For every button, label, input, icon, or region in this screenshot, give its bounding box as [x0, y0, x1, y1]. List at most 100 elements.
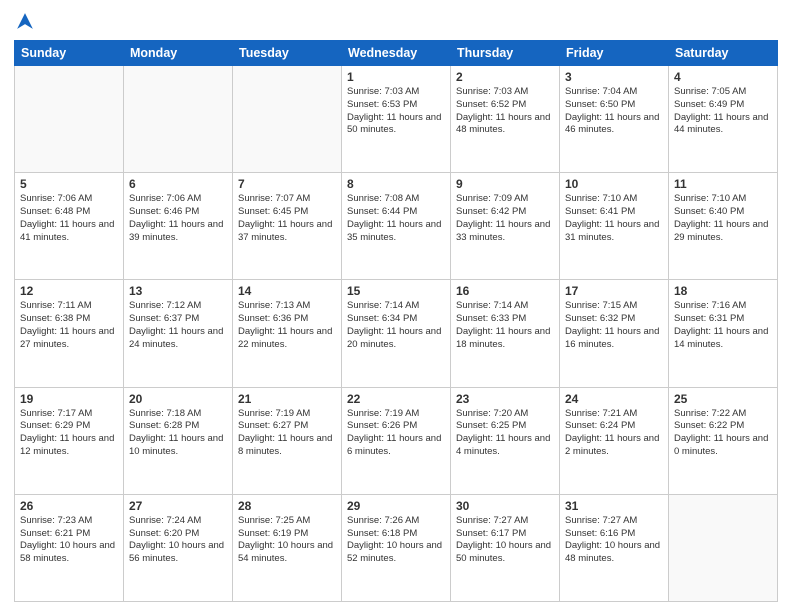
- day-number: 27: [129, 499, 227, 513]
- weekday-header-tuesday: Tuesday: [233, 41, 342, 66]
- day-info: Sunrise: 7:03 AMSunset: 6:52 PMDaylight:…: [456, 86, 554, 137]
- weekday-header-monday: Monday: [124, 41, 233, 66]
- day-info: Sunrise: 7:26 AMSunset: 6:18 PMDaylight:…: [347, 515, 445, 566]
- day-number: 13: [129, 284, 227, 298]
- day-info: Sunrise: 7:03 AMSunset: 6:53 PMDaylight:…: [347, 86, 445, 137]
- day-info: Sunrise: 7:06 AMSunset: 6:46 PMDaylight:…: [129, 193, 227, 244]
- calendar-cell: 23 Sunrise: 7:20 AMSunset: 6:25 PMDayligh…: [451, 387, 560, 494]
- weekday-header-friday: Friday: [560, 41, 669, 66]
- calendar-cell: 26 Sunrise: 7:23 AMSunset: 6:21 PMDayligh…: [15, 494, 124, 601]
- calendar-cell: 29 Sunrise: 7:26 AMSunset: 6:18 PMDayligh…: [342, 494, 451, 601]
- day-info: Sunrise: 7:17 AMSunset: 6:29 PMDaylight:…: [20, 408, 118, 459]
- calendar-cell: 5 Sunrise: 7:06 AMSunset: 6:48 PMDaylight…: [15, 173, 124, 280]
- day-info: Sunrise: 7:12 AMSunset: 6:37 PMDaylight:…: [129, 300, 227, 351]
- calendar-cell: 4Sunrise: 7:05 AMSunset: 6:49 PMDaylight…: [669, 66, 778, 173]
- calendar-cell: 15 Sunrise: 7:14 AMSunset: 6:34 PMDayligh…: [342, 280, 451, 387]
- calendar-cell: 14 Sunrise: 7:13 AMSunset: 6:36 PMDayligh…: [233, 280, 342, 387]
- day-number: 18: [674, 284, 772, 298]
- calendar-cell: 1 Sunrise: 7:03 AMSunset: 6:53 PMDaylight…: [342, 66, 451, 173]
- day-number: 21: [238, 392, 336, 406]
- calendar-week-1: 1 Sunrise: 7:03 AMSunset: 6:53 PMDaylight…: [15, 66, 778, 173]
- calendar-week-4: 19 Sunrise: 7:17 AMSunset: 6:29 PMDayligh…: [15, 387, 778, 494]
- weekday-header-sunday: Sunday: [15, 41, 124, 66]
- day-number: 26: [20, 499, 118, 513]
- day-info: Sunrise: 7:20 AMSunset: 6:25 PMDaylight:…: [456, 408, 554, 459]
- calendar-week-2: 5 Sunrise: 7:06 AMSunset: 6:48 PMDaylight…: [15, 173, 778, 280]
- day-info: Sunrise: 7:19 AMSunset: 6:26 PMDaylight:…: [347, 408, 445, 459]
- day-info: Sunrise: 7:27 AMSunset: 6:17 PMDaylight:…: [456, 515, 554, 566]
- day-info: Sunrise: 7:21 AMSunset: 6:24 PMDaylight:…: [565, 408, 663, 459]
- day-number: 10: [565, 177, 663, 191]
- day-info: Sunrise: 7:10 AMSunset: 6:40 PMDaylight:…: [674, 193, 772, 244]
- day-number: 8: [347, 177, 445, 191]
- day-number: 19: [20, 392, 118, 406]
- day-info: Sunrise: 7:14 AMSunset: 6:33 PMDaylight:…: [456, 300, 554, 351]
- page: SundayMondayTuesdayWednesdayThursdayFrid…: [0, 0, 792, 612]
- day-info: Sunrise: 7:13 AMSunset: 6:36 PMDaylight:…: [238, 300, 336, 351]
- weekday-header-saturday: Saturday: [669, 41, 778, 66]
- calendar-cell: 7Sunrise: 7:07 AMSunset: 6:45 PMDaylight…: [233, 173, 342, 280]
- day-number: 20: [129, 392, 227, 406]
- calendar-cell: 19 Sunrise: 7:17 AMSunset: 6:29 PMDayligh…: [15, 387, 124, 494]
- day-info: Sunrise: 7:22 AMSunset: 6:22 PMDaylight:…: [674, 408, 772, 459]
- calendar-week-3: 12Sunrise: 7:11 AMSunset: 6:38 PMDayligh…: [15, 280, 778, 387]
- header: [14, 10, 778, 32]
- calendar-cell: 24 Sunrise: 7:21 AMSunset: 6:24 PMDayligh…: [560, 387, 669, 494]
- day-number: 12: [20, 284, 118, 298]
- calendar-cell: [669, 494, 778, 601]
- day-number: 24: [565, 392, 663, 406]
- day-info: Sunrise: 7:19 AMSunset: 6:27 PMDaylight:…: [238, 408, 336, 459]
- calendar-cell: 13 Sunrise: 7:12 AMSunset: 6:37 PMDayligh…: [124, 280, 233, 387]
- day-number: 15: [347, 284, 445, 298]
- calendar-cell: 3 Sunrise: 7:04 AMSunset: 6:50 PMDaylight…: [560, 66, 669, 173]
- day-number: 2: [456, 70, 554, 84]
- calendar-cell: 30 Sunrise: 7:27 AMSunset: 6:17 PMDayligh…: [451, 494, 560, 601]
- day-info: Sunrise: 7:09 AMSunset: 6:42 PMDaylight:…: [456, 193, 554, 244]
- day-info: Sunrise: 7:18 AMSunset: 6:28 PMDaylight:…: [129, 408, 227, 459]
- day-number: 28: [238, 499, 336, 513]
- day-number: 14: [238, 284, 336, 298]
- calendar-cell: 20 Sunrise: 7:18 AMSunset: 6:28 PMDayligh…: [124, 387, 233, 494]
- day-number: 6: [129, 177, 227, 191]
- day-number: 25: [674, 392, 772, 406]
- calendar-week-5: 26 Sunrise: 7:23 AMSunset: 6:21 PMDayligh…: [15, 494, 778, 601]
- day-info: Sunrise: 7:15 AMSunset: 6:32 PMDaylight:…: [565, 300, 663, 351]
- day-info: Sunrise: 7:04 AMSunset: 6:50 PMDaylight:…: [565, 86, 663, 137]
- calendar-cell: 22Sunrise: 7:19 AMSunset: 6:26 PMDayligh…: [342, 387, 451, 494]
- calendar-cell: 31Sunrise: 7:27 AMSunset: 6:16 PMDayligh…: [560, 494, 669, 601]
- calendar-cell: 17 Sunrise: 7:15 AMSunset: 6:32 PMDayligh…: [560, 280, 669, 387]
- day-info: Sunrise: 7:08 AMSunset: 6:44 PMDaylight:…: [347, 193, 445, 244]
- calendar-cell: 2 Sunrise: 7:03 AMSunset: 6:52 PMDaylight…: [451, 66, 560, 173]
- calendar-cell: 28 Sunrise: 7:25 AMSunset: 6:19 PMDayligh…: [233, 494, 342, 601]
- day-info: Sunrise: 7:16 AMSunset: 6:31 PMDaylight:…: [674, 300, 772, 351]
- day-info: Sunrise: 7:07 AMSunset: 6:45 PMDaylight:…: [238, 193, 336, 244]
- calendar-cell: 11Sunrise: 7:10 AMSunset: 6:40 PMDayligh…: [669, 173, 778, 280]
- day-number: 17: [565, 284, 663, 298]
- day-number: 9: [456, 177, 554, 191]
- day-number: 1: [347, 70, 445, 84]
- calendar-cell: 27Sunrise: 7:24 AMSunset: 6:20 PMDayligh…: [124, 494, 233, 601]
- day-number: 23: [456, 392, 554, 406]
- day-number: 3: [565, 70, 663, 84]
- day-number: 29: [347, 499, 445, 513]
- calendar-body: 1 Sunrise: 7:03 AMSunset: 6:53 PMDaylight…: [15, 66, 778, 602]
- weekday-header-wednesday: Wednesday: [342, 41, 451, 66]
- calendar-cell: [124, 66, 233, 173]
- calendar-cell: [233, 66, 342, 173]
- day-number: 5: [20, 177, 118, 191]
- calendar-cell: 6 Sunrise: 7:06 AMSunset: 6:46 PMDaylight…: [124, 173, 233, 280]
- calendar-cell: 25 Sunrise: 7:22 AMSunset: 6:22 PMDayligh…: [669, 387, 778, 494]
- day-info: Sunrise: 7:14 AMSunset: 6:34 PMDaylight:…: [347, 300, 445, 351]
- day-number: 31: [565, 499, 663, 513]
- calendar-cell: 12Sunrise: 7:11 AMSunset: 6:38 PMDayligh…: [15, 280, 124, 387]
- logo-icon: [14, 10, 36, 32]
- day-info: Sunrise: 7:10 AMSunset: 6:41 PMDaylight:…: [565, 193, 663, 244]
- day-info: Sunrise: 7:23 AMSunset: 6:21 PMDaylight:…: [20, 515, 118, 566]
- calendar-cell: 16 Sunrise: 7:14 AMSunset: 6:33 PMDayligh…: [451, 280, 560, 387]
- day-number: 16: [456, 284, 554, 298]
- day-info: Sunrise: 7:06 AMSunset: 6:48 PMDaylight:…: [20, 193, 118, 244]
- day-number: 4: [674, 70, 772, 84]
- day-info: Sunrise: 7:25 AMSunset: 6:19 PMDaylight:…: [238, 515, 336, 566]
- weekday-row: SundayMondayTuesdayWednesdayThursdayFrid…: [15, 41, 778, 66]
- day-number: 30: [456, 499, 554, 513]
